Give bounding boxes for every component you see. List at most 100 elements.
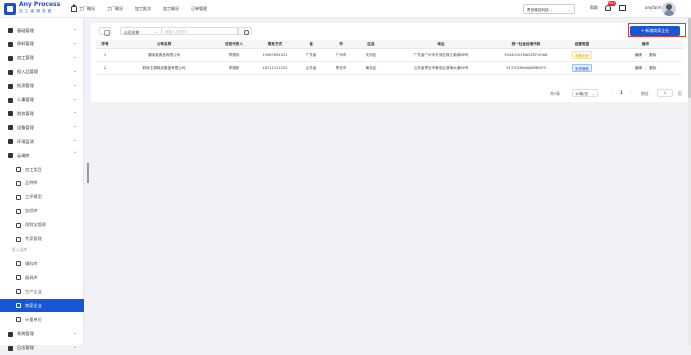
column-header[interactable]: 法定代表人 — [214, 40, 254, 48]
table-row[interactable]: 2 鲜味王调味品集团有限公司 李德新 18711112222 山东省 青岛市 黄岛区 山东省青… — [96, 62, 683, 75]
top-nav-item[interactable]: 工厂概况 — [107, 6, 123, 12]
top-bar: Any Process 加 工 者 服 务 链 工厂概况 工厂概况 加工批次 加… — [0, 0, 691, 18]
sidebar-item-label: 加工类目 — [25, 166, 42, 172]
page-unit: 页 — [678, 91, 682, 96]
sidebar-subitem[interactable]: 计量单位 — [0, 313, 84, 326]
mail-icon[interactable] — [619, 5, 626, 11]
tenant-select[interactable]: 青岛驿迈科技... ⌄ — [523, 4, 575, 14]
sidebar-subitem[interactable]: 器具库 — [0, 271, 84, 284]
actions-cell: 编辑 | 删除 — [608, 49, 683, 61]
column-header[interactable]: 统一社会信用代码 — [496, 40, 556, 48]
table-cell: 李德新 — [228, 65, 240, 70]
prev-page-button[interactable]: ‹ — [610, 90, 612, 95]
next-page-button[interactable]: › — [629, 90, 631, 95]
column-header[interactable]: 操作 — [608, 40, 683, 48]
table-cell: 91440101MA5ZEFGHA6 — [504, 53, 548, 57]
top-nav-item[interactable]: 加工概况 — [163, 6, 179, 12]
sidebar-item-label: 辅料库 — [25, 260, 38, 266]
sidebar-item[interactable]: 投入品管理 ⌄ — [0, 66, 84, 79]
input-icon — [8, 69, 13, 75]
tools-icon — [8, 41, 13, 47]
current-page[interactable]: 1 — [620, 90, 623, 95]
sidebar-item[interactable]: 基础管理 ⌄ — [0, 24, 84, 37]
sidebar-subitem[interactable]: 辅料库 — [0, 257, 84, 270]
table-header: 序号 公司名称 法定代表人 联系方式省市区县 地址 统一社会信用代码 经营类型 操作 — [96, 40, 683, 49]
sidebar-item-label: 云端库 — [17, 152, 30, 158]
sidebar-item[interactable]: 检测管理 ⌄ — [0, 80, 84, 93]
clock-icon — [16, 222, 21, 228]
column-header[interactable]: 地址 — [386, 40, 496, 48]
table-cell: 913702MA6ABMNOP3 — [506, 66, 546, 70]
search-button[interactable] — [238, 27, 252, 35]
username[interactable]: anyfarm — [645, 5, 662, 10]
table-cell: 1 — [103, 53, 107, 57]
top-nav-item[interactable]: 加工批次 — [135, 6, 151, 12]
sidebar-item-label: 系统管理 — [17, 331, 34, 337]
sidebar-item-active[interactable]: 商家企业 — [0, 299, 84, 313]
chevron-down-icon: ⌄ — [73, 82, 77, 88]
goto-page-input[interactable]: 1 — [657, 89, 673, 97]
table-cell: 湛味香食品有限公司 — [147, 52, 181, 57]
variety-icon — [16, 180, 21, 186]
chevron-down-icon: ⌄ — [73, 110, 77, 116]
chevron-down-icon: ⌄ — [73, 330, 77, 336]
column-header[interactable]: 市 — [326, 40, 356, 48]
sidebar-item[interactable]: 设备管理 ⌄ — [0, 121, 84, 134]
add-merchant-button[interactable]: + 新增商家企业 — [630, 26, 680, 36]
sidebar-item-label: 环境监测 — [17, 138, 34, 144]
factory-icon — [16, 289, 21, 295]
delete-link[interactable]: 删除 — [649, 53, 656, 58]
search-input[interactable]: 请输入关键词 — [162, 27, 238, 35]
home-icon — [71, 3, 77, 12]
edit-link[interactable]: 编辑 — [635, 66, 642, 71]
sidebar-item[interactable]: 财务管理 ⌄ — [0, 107, 84, 120]
sidebar-item[interactable]: 系统管理 ⌄ — [0, 328, 84, 341]
column-header[interactable]: 区县 — [356, 40, 386, 48]
table-cell: 天河区 — [365, 52, 377, 57]
page-size-select[interactable]: 10条/页 ⌄ — [572, 89, 598, 97]
sidebar-item-label: 人事管理 — [17, 97, 34, 102]
column-header[interactable]: 省 — [296, 40, 326, 48]
delete-link[interactable]: 删除 — [649, 66, 656, 71]
sidebar-subitem[interactable]: 品种库 — [0, 177, 84, 190]
notification-badge: 99+ — [608, 1, 617, 6]
column-header[interactable]: 公司名称 — [114, 40, 214, 48]
sidebar-subitem[interactable]: 加工类目 — [0, 163, 84, 176]
table-cell: 鲜味王调味品集团有限公司 — [142, 65, 186, 70]
business-type-cell: 商家企业 — [556, 49, 608, 61]
avatar[interactable] — [662, 2, 676, 16]
sidebar-item[interactable]: 原料管理 ⌄ — [0, 38, 84, 51]
sidebar-item[interactable]: 人事管理 ⌄ — [0, 94, 84, 107]
sidebar-subitem[interactable]: 生产企业 — [0, 285, 84, 298]
env-icon — [8, 139, 13, 145]
sidebar-subitem[interactable]: 专家管理 — [0, 233, 84, 246]
sidebar-item[interactable]: 日志管理 ⌄ — [0, 342, 84, 355]
sidebar-item-label: 加经库 — [25, 208, 38, 214]
brand-logo[interactable]: Any Process 加 工 者 服 务 链 — [4, 1, 64, 17]
filter-button[interactable] — [99, 27, 111, 36]
sidebar-subitem[interactable]: 保鲜宝管理 — [0, 219, 84, 232]
sidebar-item[interactable]: 加工管理 ⌄ — [0, 52, 84, 65]
column-header[interactable]: 序号 — [96, 40, 114, 48]
table-cell: 李德伟 — [228, 52, 240, 57]
edit-link[interactable]: 编辑 — [635, 53, 642, 58]
search-field-select[interactable]: 公司名称 ⌄ — [120, 27, 162, 35]
sidebar-item-label: 日志管理 — [17, 345, 34, 351]
sidebar-subitem[interactable]: 加经库 — [0, 205, 84, 218]
sidebar-item-label: 设备管理 — [17, 124, 34, 130]
sidebar-subitem[interactable]: 工序模型 — [0, 191, 84, 204]
cloud-icon — [8, 153, 13, 159]
help-link[interactable]: 帮助 — [590, 5, 598, 11]
top-nav-item[interactable]: 订单管理 — [191, 6, 207, 12]
column-header[interactable]: 联系方式 — [254, 40, 296, 48]
actions-cell: 编辑 | 删除 — [608, 62, 683, 74]
sidebar-item[interactable]: 云端库 ⌃ — [0, 149, 84, 162]
sidebar-item-label: 加工管理 — [17, 55, 34, 61]
chevron-down-icon: ⌄ — [73, 344, 77, 350]
unit-icon — [16, 317, 21, 322]
table-row[interactable]: 1 湛味香食品有限公司 李德伟 15987854321 广东省 广州市 天河区 广东省广州市天… — [96, 49, 683, 62]
column-header[interactable]: 经营类型 — [556, 40, 608, 48]
sidebar-item[interactable]: 环境监测 ⌄ — [0, 135, 84, 148]
top-nav-item-home[interactable]: 工厂概况 — [71, 3, 95, 12]
sidebar-resize-handle[interactable] — [87, 163, 89, 183]
